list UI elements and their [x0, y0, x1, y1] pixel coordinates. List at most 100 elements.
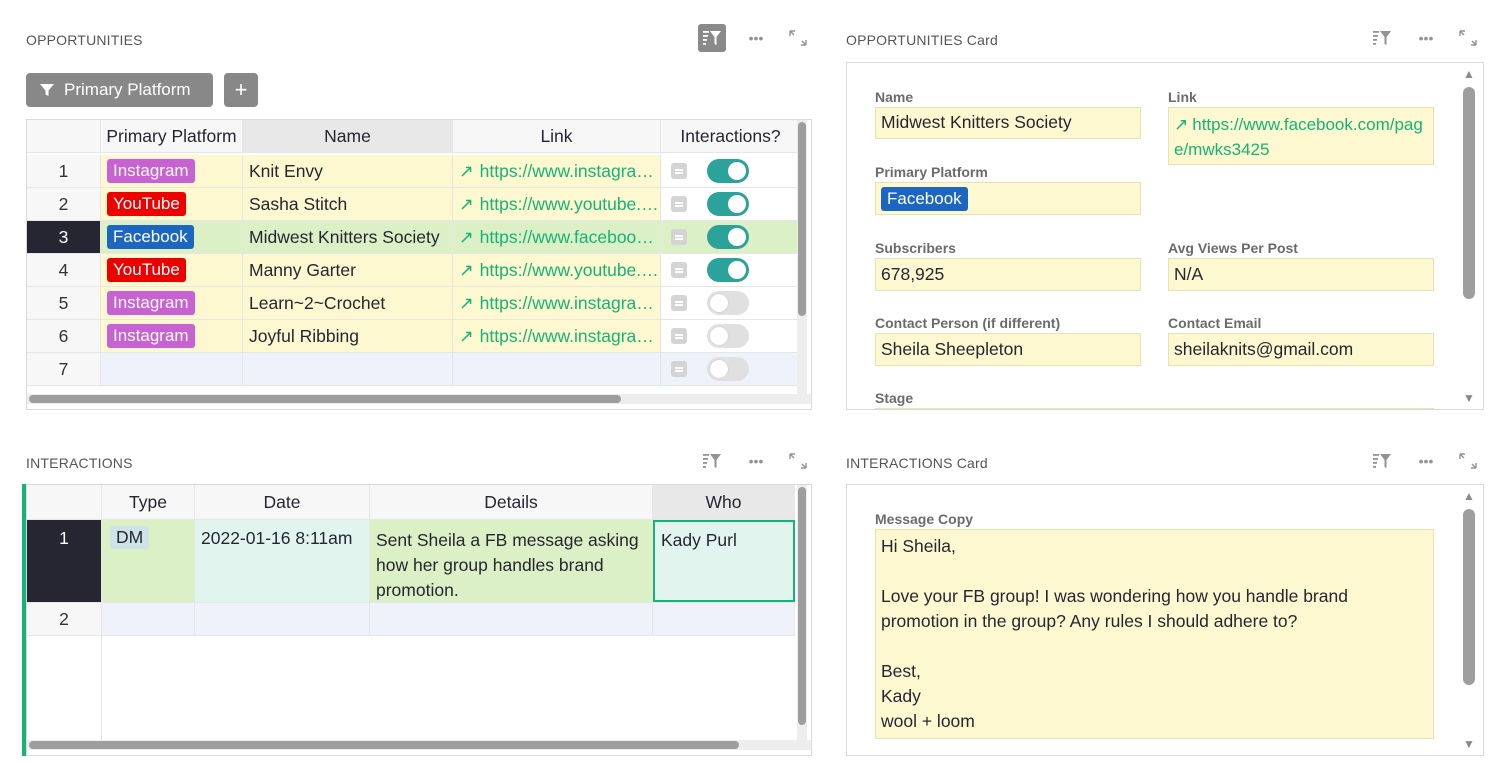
link-value[interactable]: https://www.facebook.com/page/mwks3425	[1174, 115, 1423, 159]
table-row[interactable]: 3 Facebook Midwest Knitters Society ↗ https:…	[27, 221, 801, 254]
interactions-cell[interactable]	[661, 287, 801, 319]
interactions-toggle[interactable]	[707, 258, 749, 282]
card-vertical-scrollbar[interactable]	[1462, 87, 1475, 299]
link-cell[interactable]: ↗ https://www.youtube.com/mannygarter	[453, 254, 661, 286]
open-record-icon[interactable]	[671, 229, 687, 245]
external-link-icon[interactable]: ↗	[459, 260, 474, 281]
link-text[interactable]: https://www.instagram.com/joyfulribbing	[480, 326, 660, 347]
contact-person-field[interactable]: Sheila Sheepleton	[875, 333, 1141, 366]
interactions-sort-filter-button[interactable]	[698, 447, 726, 475]
open-record-icon[interactable]	[671, 262, 687, 278]
horizontal-scrollbar[interactable]	[27, 740, 811, 750]
interactions-cell[interactable]	[661, 320, 801, 352]
open-record-icon[interactable]	[671, 361, 687, 377]
who-cell[interactable]	[653, 603, 795, 635]
external-link-icon[interactable]: ↗	[459, 194, 474, 215]
name-cell[interactable]: Midwest Knitters Society	[243, 221, 453, 253]
row-number[interactable]: 1	[27, 155, 101, 187]
link-cell[interactable]: ↗ https://www.youtube.com/sashastitch	[453, 188, 661, 220]
stage-field[interactable]	[875, 408, 1434, 409]
details-cell[interactable]: Sent Sheila a FB message asking how her …	[370, 520, 653, 602]
filter-primary-platform-button[interactable]: Primary Platform	[26, 73, 213, 107]
link-cell[interactable]: ↗ https://www.instagram.com/learn2crochet	[453, 287, 661, 319]
avg-views-field[interactable]: N/A	[1168, 258, 1434, 291]
platform-cell[interactable]: Instagram	[101, 287, 243, 319]
interactions-toggle[interactable]	[707, 357, 749, 381]
platform-field[interactable]: Facebook	[875, 182, 1141, 215]
scroll-up-arrow[interactable]: ▲	[1463, 489, 1475, 503]
col-header-type[interactable]: Type	[102, 485, 195, 519]
vertical-scrollbar[interactable]	[797, 120, 807, 394]
external-link-icon[interactable]: ↗	[459, 227, 474, 248]
link-cell[interactable]: ↗ https://www.facebook.com/page/mwks3425	[453, 221, 661, 253]
name-cell[interactable]	[243, 353, 453, 385]
subscribers-field[interactable]: 678,925	[875, 258, 1141, 291]
interactions-toggle[interactable]	[707, 324, 749, 348]
table-row[interactable]: 1 DM 2022-01-16 8:11am Sent Sheila a FB …	[27, 520, 795, 603]
sort-filter-button[interactable]	[698, 24, 726, 52]
scroll-down-arrow[interactable]: ▼	[1463, 737, 1475, 751]
row-number[interactable]: 5	[27, 287, 101, 319]
platform-cell[interactable]: YouTube	[101, 254, 243, 286]
row-number[interactable]: 2	[27, 188, 101, 220]
date-cell[interactable]	[195, 603, 370, 635]
row-number[interactable]: 4	[27, 254, 101, 286]
name-cell[interactable]: Manny Garter	[243, 254, 453, 286]
interactions-toggle[interactable]	[707, 159, 749, 183]
row-number[interactable]: 3	[27, 221, 101, 253]
vertical-scrollbar[interactable]	[797, 485, 807, 740]
interactions-cell[interactable]	[661, 221, 801, 253]
platform-cell[interactable]: Facebook	[101, 221, 243, 253]
expand-button[interactable]	[784, 24, 812, 52]
card-sort-filter-button[interactable]	[1368, 24, 1396, 52]
interactions-toggle[interactable]	[707, 291, 749, 315]
col-header-date[interactable]: Date	[195, 485, 370, 519]
interactions-toggle[interactable]	[707, 225, 749, 249]
name-cell[interactable]: Joyful Ribbing	[243, 320, 453, 352]
platform-cell[interactable]: YouTube	[101, 188, 243, 220]
row-number[interactable]: 2	[27, 603, 102, 635]
horizontal-scrollbar[interactable]	[27, 394, 811, 404]
interactions-cell[interactable]	[661, 155, 801, 187]
platform-cell[interactable]: Instagram	[101, 320, 243, 352]
link-text[interactable]: https://www.youtube.com/mannygarter	[480, 260, 660, 281]
card-expand-button[interactable]	[1454, 24, 1482, 52]
message-copy-field[interactable]: Hi Sheila, Love your FB group! I was wond…	[875, 529, 1434, 739]
name-cell[interactable]: Sasha Stitch	[243, 188, 453, 220]
interactions-cell[interactable]	[661, 254, 801, 286]
interactions-card-more-button[interactable]: •••	[1412, 447, 1440, 475]
type-cell[interactable]	[102, 603, 195, 635]
interactions-toggle[interactable]	[707, 192, 749, 216]
platform-cell[interactable]	[101, 353, 243, 385]
col-header-name[interactable]: Name	[243, 120, 453, 152]
name-cell[interactable]: Knit Envy	[243, 155, 453, 187]
link-text[interactable]: https://www.youtube.com/sashastitch	[480, 194, 660, 215]
who-cell[interactable]: Kady Purl	[653, 520, 795, 602]
interactions-more-button[interactable]: •••	[742, 447, 770, 475]
scroll-up-arrow[interactable]: ▲	[1463, 67, 1475, 81]
open-record-icon[interactable]	[671, 295, 687, 311]
open-record-icon[interactable]	[671, 328, 687, 344]
name-cell[interactable]: Learn~2~Crochet	[243, 287, 453, 319]
table-row[interactable]: 7	[27, 353, 801, 386]
add-filter-button[interactable]: +	[224, 73, 258, 107]
link-field[interactable]: ↗ https://www.facebook.com/page/mwks3425	[1168, 107, 1434, 165]
interactions-cell[interactable]	[661, 188, 801, 220]
type-cell[interactable]: DM	[102, 520, 195, 602]
link-cell[interactable]: ↗ https://www.instagram.com/joyfulribbing	[453, 320, 661, 352]
col-header-who[interactable]: Who	[653, 485, 795, 519]
interactions-card-expand-button[interactable]	[1454, 447, 1482, 475]
interactions-card-sort-filter-button[interactable]	[1368, 447, 1396, 475]
card-more-button[interactable]: •••	[1412, 24, 1440, 52]
more-button[interactable]: •••	[742, 24, 770, 52]
link-text[interactable]: https://www.instagram.com/learn2crochet	[480, 293, 660, 314]
name-field[interactable]: Midwest Knitters Society	[875, 107, 1141, 139]
details-cell[interactable]	[370, 603, 653, 635]
row-number[interactable]: 7	[27, 353, 101, 385]
table-row[interactable]: 6 Instagram Joyful Ribbing ↗ https://www.ins…	[27, 320, 801, 353]
table-row[interactable]: 2 YouTube Sasha Stitch ↗ https://www.youtube…	[27, 188, 801, 221]
external-link-icon[interactable]: ↗	[459, 326, 474, 347]
external-link-icon[interactable]: ↗	[459, 161, 474, 182]
external-link-icon[interactable]: ↗	[459, 293, 474, 314]
table-row[interactable]: 4 YouTube Manny Garter ↗ https://www.youtube…	[27, 254, 801, 287]
